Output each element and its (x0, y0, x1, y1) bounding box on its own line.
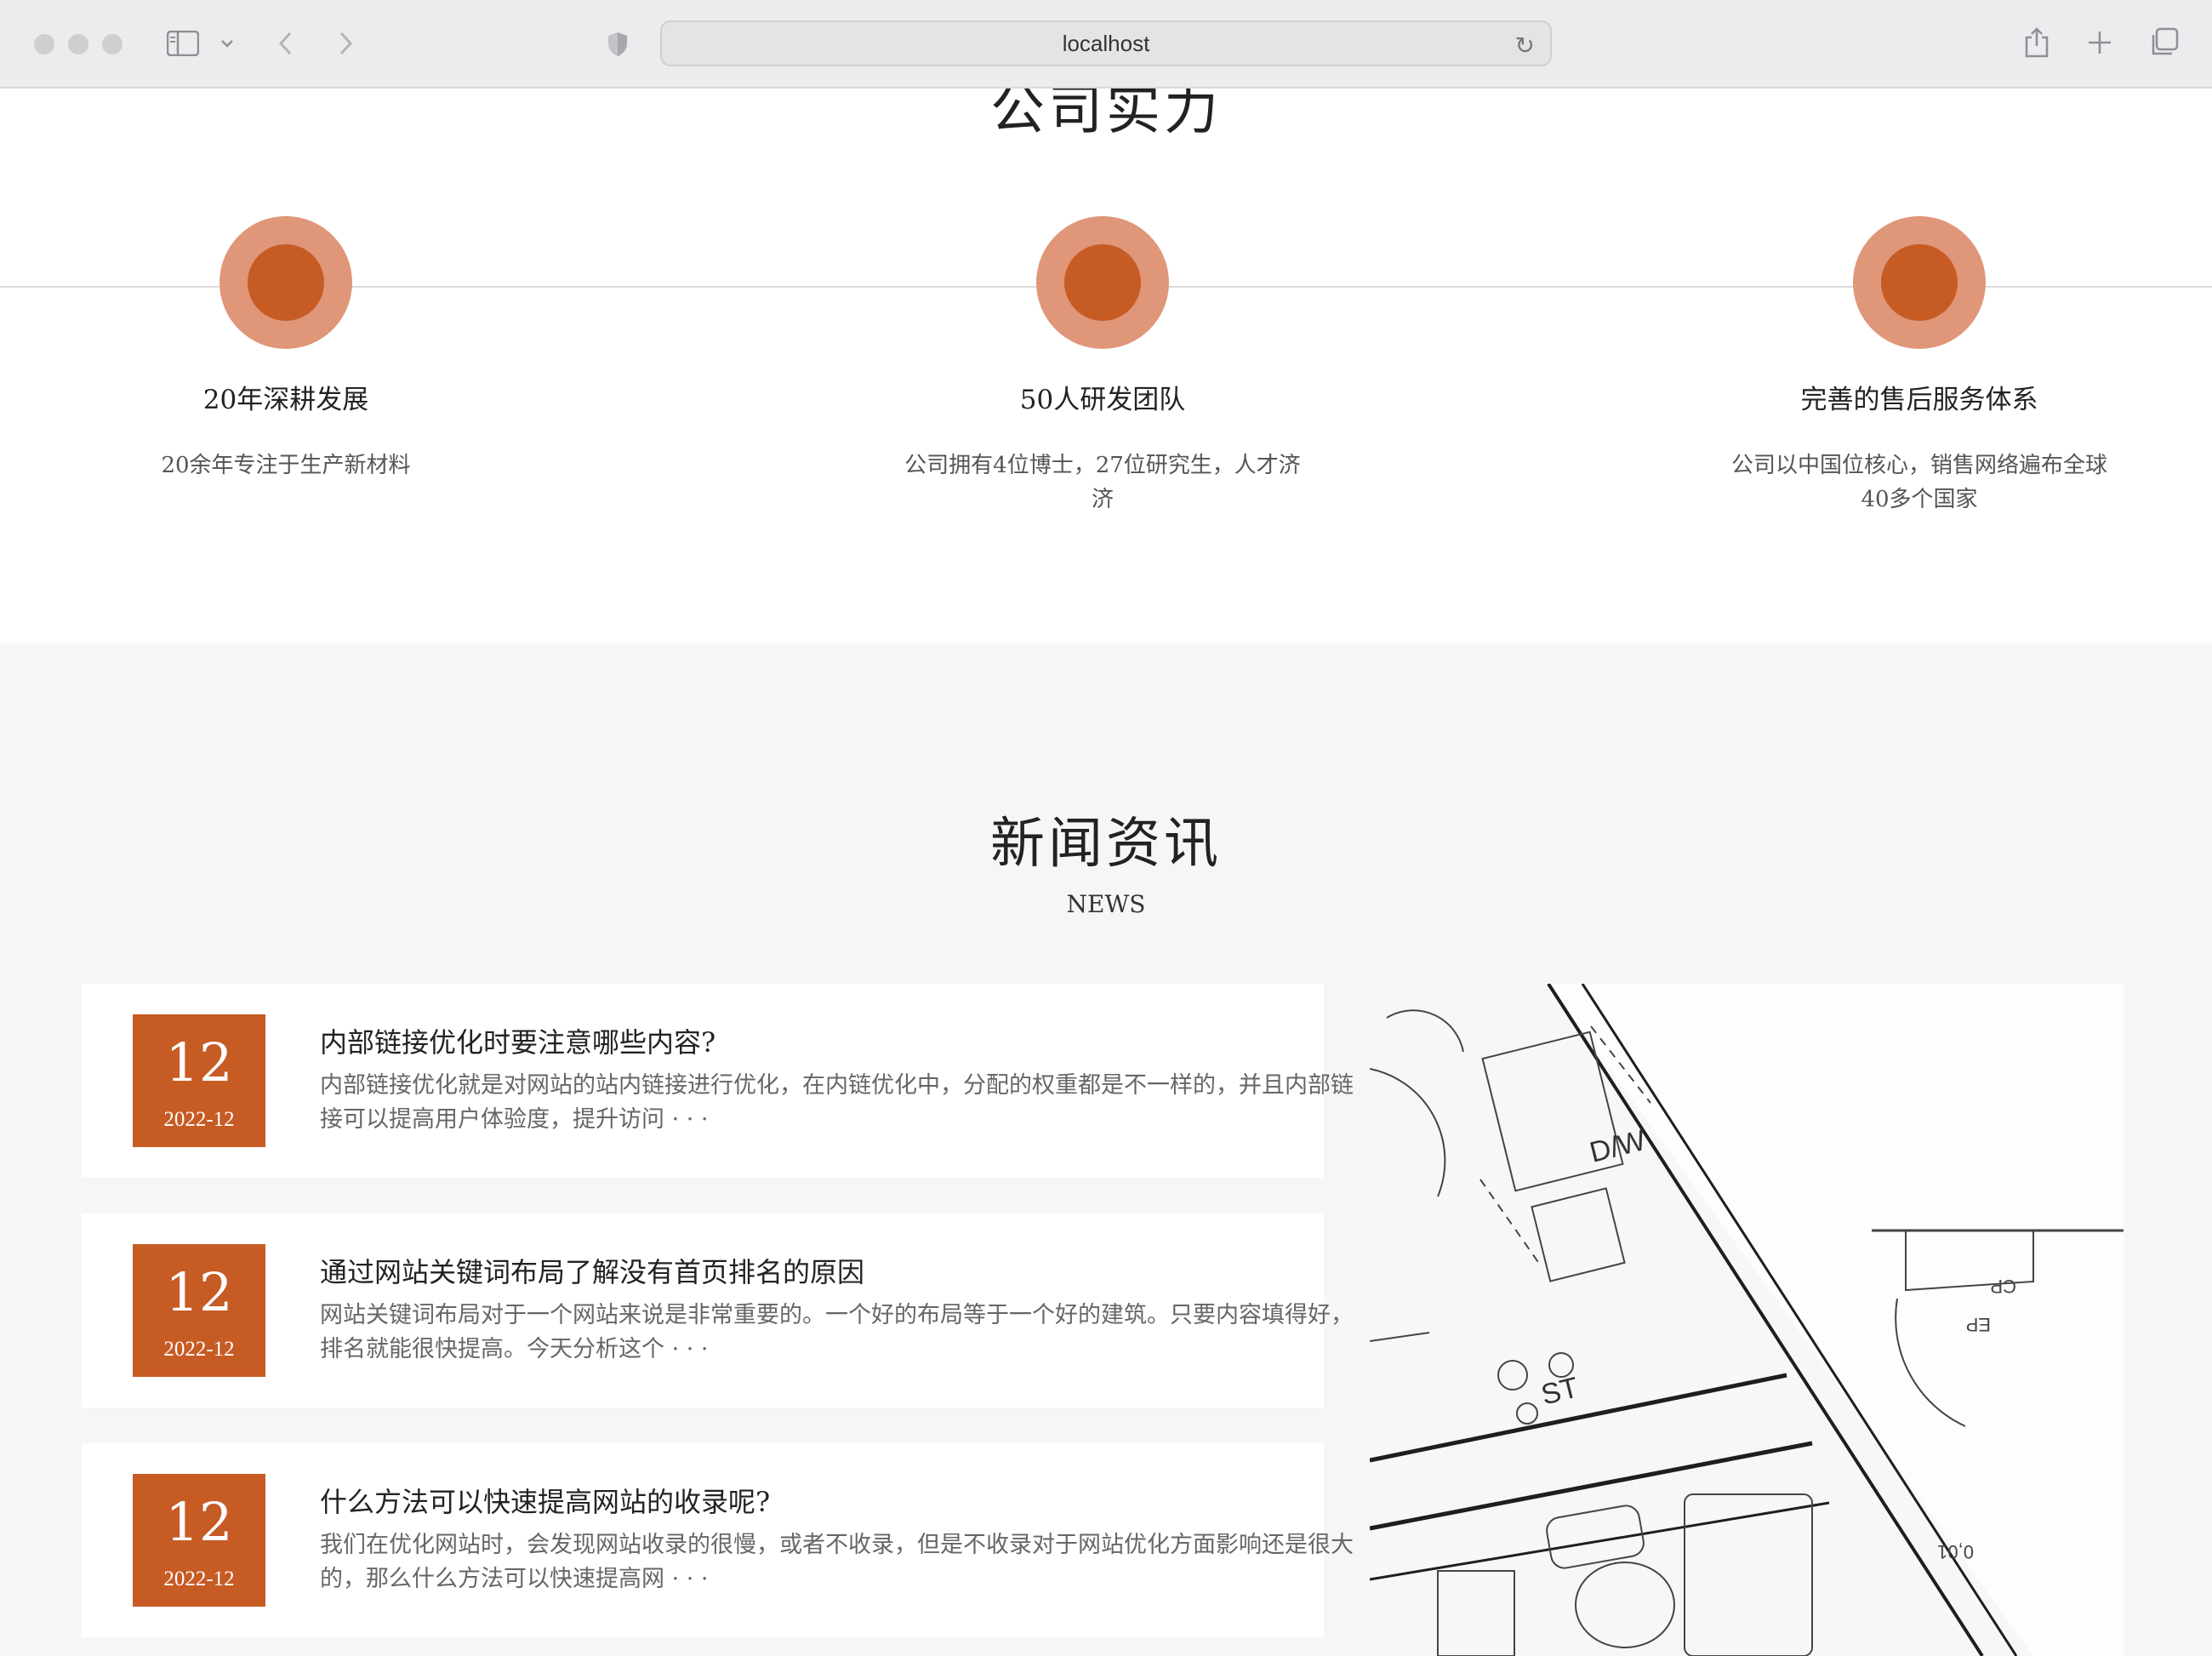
new-tab-icon[interactable] (2086, 29, 2113, 59)
sidebar-toggle-icon[interactable] (166, 30, 200, 59)
feature-item: 20年深耕发展 20余年专注于生产新材料 (48, 216, 524, 483)
feature-desc: 20余年专注于生产新材料 (161, 453, 411, 478)
date-day: 12 (165, 1491, 233, 1553)
news-headline-link[interactable]: 什么方法可以快速提高网站的收录呢? (320, 1481, 770, 1520)
date-year-month: 2022-12 (163, 1108, 235, 1131)
date-day: 12 (165, 1261, 233, 1323)
timeline-dot-icon (1853, 216, 1986, 349)
address-bar[interactable]: localhost ↻ (660, 20, 1552, 66)
feature-title: 50人研发团队 (1019, 385, 1186, 415)
timeline-dot-icon (1036, 216, 1169, 349)
url-text: localhost (1062, 30, 1150, 56)
date-badge: 12 2022-12 (133, 1474, 265, 1607)
feature-title: 20年深耕发展 (202, 385, 369, 415)
date-year-month: 2022-12 (163, 1338, 235, 1361)
news-item[interactable]: 12 2022-12 什么方法可以快速提高网站的收录呢? 我们在优化网站时，会发… (82, 1443, 1354, 1637)
share-icon[interactable] (2023, 26, 2050, 62)
chevron-down-icon[interactable] (219, 37, 235, 52)
floorplan-label-ep: EP (1966, 1314, 1991, 1335)
date-badge: 12 2022-12 (133, 1244, 265, 1377)
news-title: 新闻资讯 (990, 813, 1222, 876)
news-section: 新闻资讯 NEWS 12 2022-12 内部链接优化时要注意哪些内容? 内部链… (0, 643, 2212, 1656)
date-badge: 12 2022-12 (133, 1014, 265, 1147)
feature-item: 完善的售后服务体系 公司以中国位核心，销售网络遍布全球40多个国家 (1681, 216, 2158, 517)
feature-desc: 公司以中国位核心，销售网络遍布全球40多个国家 (1730, 453, 2107, 512)
reload-icon[interactable]: ↻ (1515, 31, 1535, 60)
news-item[interactable]: 12 2022-12 内部链接优化时要注意哪些内容? 内部链接优化就是对网站的站… (82, 984, 1354, 1178)
news-summary: 内部链接优化就是对网站的站内链接进行优化，在内链优化中，分配的权重都是不一样的，… (320, 1072, 1354, 1133)
floorplan-label-cp: CP (1990, 1276, 2016, 1297)
news-subtitle: NEWS (1066, 890, 1146, 918)
minimize-window-button[interactable] (68, 34, 88, 54)
floorplan-label-dim: 0,01 (1937, 1541, 1974, 1562)
back-arrow-icon[interactable] (277, 31, 294, 59)
browser-toolbar: localhost ↻ (0, 0, 2212, 89)
feature-item: 50人研发团队 公司拥有4位博士，27位研究生，人才济济 (864, 216, 1341, 517)
news-summary: 网站关键词布局对于一个网站来说是非常重要的。一个好的布局等于一个好的建筑。只要内… (320, 1302, 1354, 1362)
feature-desc: 公司拥有4位博士，27位研究生，人才济济 (904, 453, 1301, 512)
news-headline-link[interactable]: 内部链接优化时要注意哪些内容? (320, 1021, 715, 1060)
news-floorplan-image[interactable]: D/W ST CP EP 0,01 (1370, 984, 2124, 1656)
news-summary: 我们在优化网站时，会发现网站收录的很慢，或者不收录，但是不收录对于网站优化方面影… (320, 1532, 1354, 1592)
news-item[interactable]: 12 2022-12 通过网站关键词布局了解没有首页排名的原因 网站关键词布局对… (82, 1213, 1354, 1408)
forward-arrow-icon[interactable] (337, 31, 354, 59)
shield-icon[interactable] (606, 31, 630, 60)
news-headline-link[interactable]: 通过网站关键词布局了解没有首页排名的原因 (320, 1251, 864, 1290)
zoom-window-button[interactable] (102, 34, 123, 54)
date-day: 12 (165, 1031, 233, 1094)
company-strength-section: 公司实力 20年深耕发展 20余年专注于生产新材料 50人研发团队 公司拥有4位… (0, 89, 2212, 643)
tab-overview-icon[interactable] (2149, 27, 2180, 60)
timeline-dot-icon (219, 216, 352, 349)
strength-title: 公司实力 (990, 89, 1222, 142)
date-year-month: 2022-12 (163, 1567, 235, 1590)
close-window-button[interactable] (34, 34, 54, 54)
feature-title: 完善的售后服务体系 (1800, 385, 2038, 415)
